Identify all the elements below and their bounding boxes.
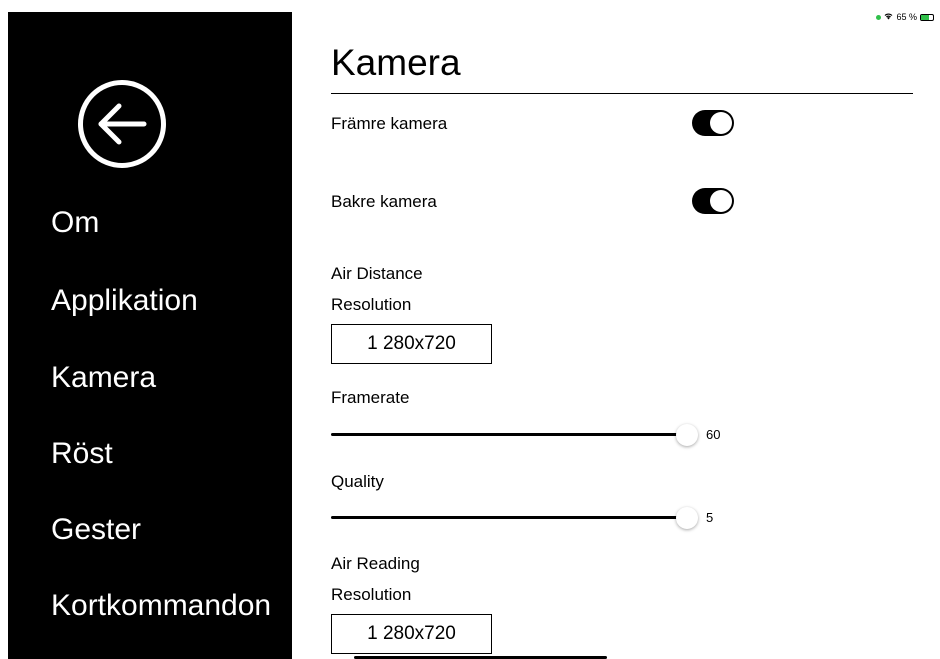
quality-label: Quality [331,472,384,491]
sidebar-item-gester[interactable]: Gester [51,513,141,547]
front-camera-toggle[interactable] [692,110,734,136]
air-distance-resolution-select[interactable]: 1 280x720 [331,324,492,364]
air-reading-resolution-label: Resolution [331,585,412,604]
sidebar-item-om[interactable]: Om [51,206,99,240]
page-title: Kamera [331,42,461,83]
wifi-icon [884,12,893,22]
framerate-value: 60 [706,427,721,442]
framerate-slider-thumb[interactable] [676,424,698,446]
air-reading-heading: Air Reading [331,554,420,573]
air-distance-heading: Air Distance [331,264,423,283]
front-camera-label: Främre kamera [331,114,448,133]
arrow-left-icon [98,103,147,145]
sidebar-item-applikation[interactable]: Applikation [51,284,198,318]
sidebar-item-kortkommandon[interactable]: Kortkommandon [51,589,271,623]
toggle-knob [710,112,732,134]
battery-percent: 65 % [896,12,917,22]
status-bar: 65 % [876,12,934,22]
back-button[interactable] [78,80,166,168]
title-divider [331,93,913,94]
air-reading-resolution-select[interactable]: 1 280x720 [331,614,492,654]
battery-icon [920,13,934,21]
quality-slider-thumb[interactable] [676,507,698,529]
back-camera-toggle[interactable] [692,188,734,214]
camera-indicator-dot [876,14,882,20]
air-distance-resolution-label: Resolution [331,295,412,314]
quality-slider-track[interactable] [331,516,687,519]
framerate-label: Framerate [331,388,410,407]
toggle-knob [710,190,732,212]
quality-value: 5 [706,510,714,525]
framerate-slider-track[interactable] [331,433,687,436]
back-camera-label: Bakre kamera [331,192,437,211]
sidebar: Om Applikation Kamera Röst Gester Kortko… [8,12,292,659]
sidebar-item-rost[interactable]: Röst [51,437,113,471]
sidebar-item-kamera[interactable]: Kamera [51,361,156,395]
